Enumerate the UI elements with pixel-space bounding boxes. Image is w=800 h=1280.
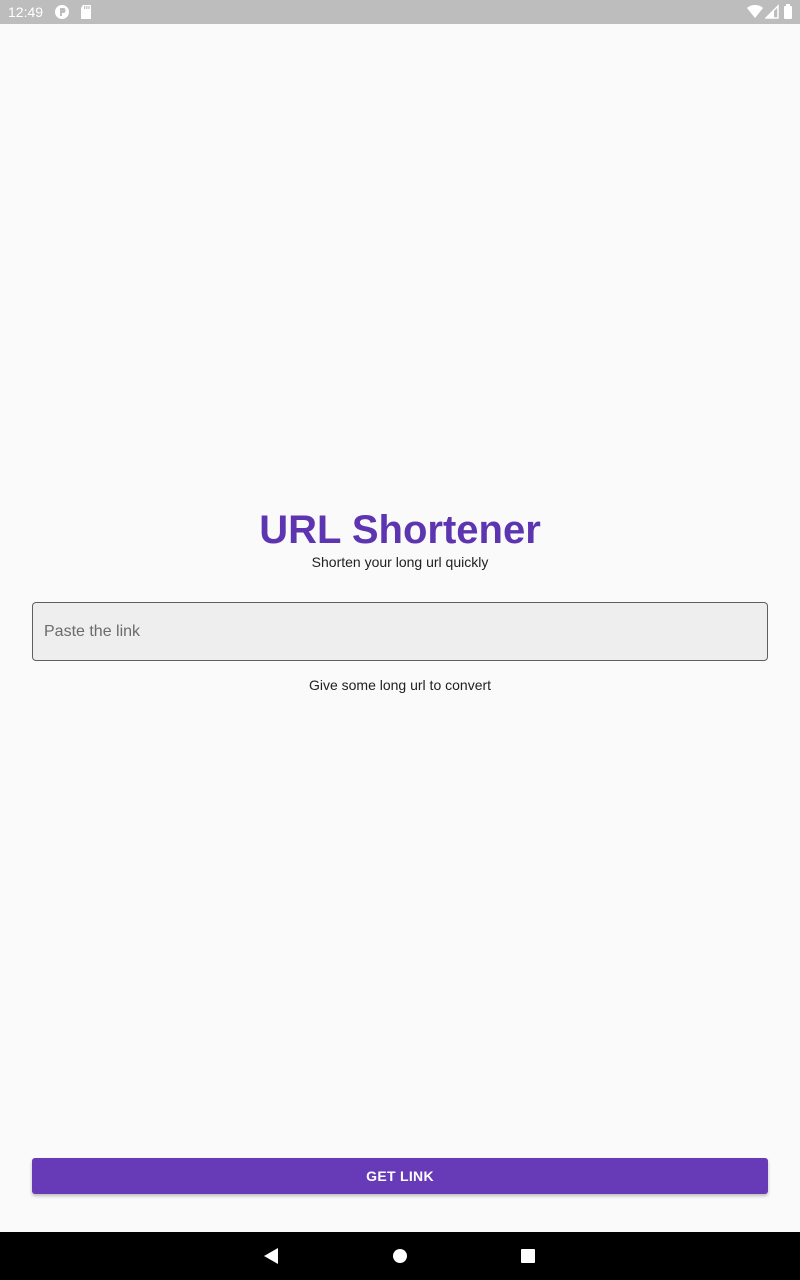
back-icon[interactable] xyxy=(259,1244,283,1268)
navigation-bar xyxy=(0,1232,800,1280)
page-title: URL Shortener xyxy=(259,508,541,552)
link-input[interactable] xyxy=(32,602,768,661)
status-time: 12:49 xyxy=(8,4,44,20)
battery-icon xyxy=(783,4,793,20)
sync-icon xyxy=(54,4,70,20)
sd-card-icon xyxy=(79,4,95,20)
status-bar: 12:49 xyxy=(0,0,800,24)
wifi-icon xyxy=(746,4,764,20)
home-icon[interactable] xyxy=(388,1244,412,1268)
get-link-button[interactable]: GET LINK xyxy=(32,1158,768,1194)
helper-text: Give some long url to convert xyxy=(308,677,492,693)
page-subtitle: Shorten your long url quickly xyxy=(311,554,489,570)
recents-icon[interactable] xyxy=(516,1244,540,1268)
signal-icon xyxy=(764,4,779,20)
